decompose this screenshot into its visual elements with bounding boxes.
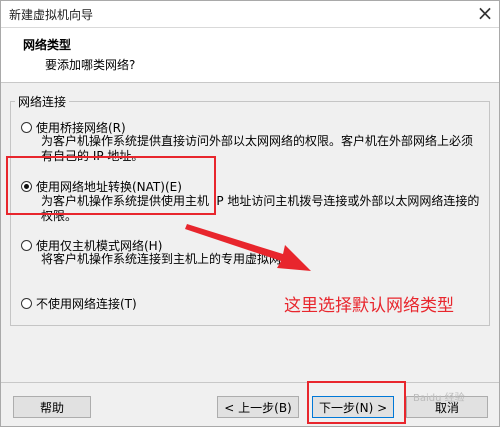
watermark: Baidu 经验 bbox=[413, 393, 465, 404]
close-icon[interactable]: × bbox=[471, 1, 499, 27]
next-highlight-box bbox=[307, 381, 406, 424]
option-bridged-desc-line1: 为客户机操作系统提供直接访问外部以太网网络的权限。客户机在外部网络上必须 bbox=[41, 134, 474, 148]
page-subtitle: 要添加哪类网络? bbox=[45, 58, 136, 72]
nat-highlight-box bbox=[6, 156, 216, 215]
radio-host-only[interactable] bbox=[21, 240, 32, 251]
group-label: 网络连接 bbox=[15, 93, 70, 110]
page-title: 网络类型 bbox=[23, 38, 72, 52]
bottom-separator bbox=[1, 382, 499, 383]
radio-bridged[interactable] bbox=[21, 122, 32, 133]
annotation-arrow-icon bbox=[185, 224, 311, 271]
title-bar: 新建虚拟机向导 × bbox=[1, 1, 499, 28]
help-button[interactable]: 帮助 bbox=[13, 396, 91, 418]
option-no-network-label: 不使用网络连接(T) bbox=[36, 297, 137, 311]
wizard-window: 新建虚拟机向导 × 网络类型 要添加哪类网络? 网络连接 使用桥接网络(R) 为… bbox=[0, 0, 500, 427]
annotation-text: 这里选择默认网络类型 bbox=[284, 296, 454, 316]
wizard-header: 网络类型 要添加哪类网络? bbox=[1, 28, 499, 83]
radio-no-network[interactable] bbox=[21, 298, 32, 309]
option-no-network[interactable]: 不使用网络连接(T) bbox=[21, 295, 137, 312]
window-title: 新建虚拟机向导 bbox=[9, 8, 94, 22]
back-button[interactable]: < 上一步(B) bbox=[217, 396, 299, 418]
